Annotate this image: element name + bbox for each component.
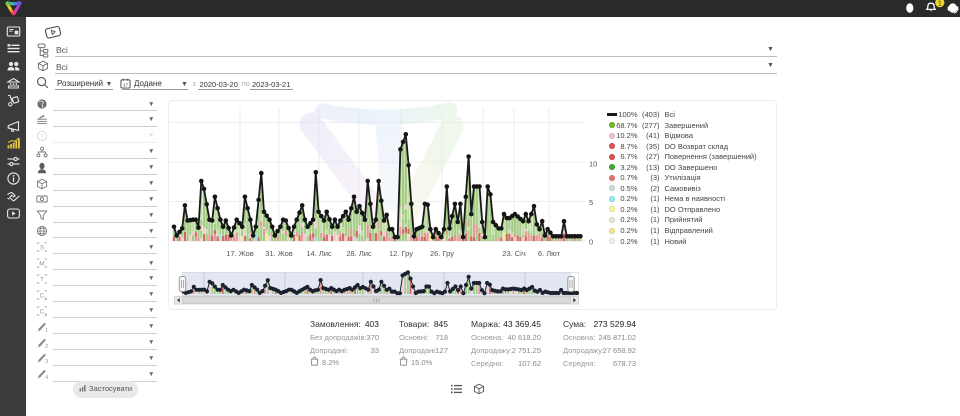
svg-text:M: M [39, 260, 44, 267]
svg-text:12. Гру: 12. Гру [389, 249, 413, 258]
svg-text:26. Гру: 26. Гру [430, 249, 454, 258]
svg-text:17. Жов: 17. Жов [226, 249, 254, 258]
svg-text:4: 4 [45, 375, 48, 380]
svg-text:T: T [40, 276, 44, 283]
svg-text:6. Лют: 6. Лют [538, 249, 561, 258]
svg-text:1: 1 [45, 328, 48, 333]
svg-text:23. Січ: 23. Січ [502, 249, 526, 258]
svg-text:0: 0 [589, 238, 593, 247]
svg-text:10: 10 [589, 160, 597, 169]
svg-text:28. Лис: 28. Лис [346, 249, 372, 258]
svg-text:3: 3 [45, 360, 48, 365]
svg-text:2: 2 [45, 344, 48, 349]
svg-text:31. Жов: 31. Жов [265, 249, 293, 258]
svg-text:S: S [40, 244, 45, 251]
svg-text:?: ? [40, 133, 44, 140]
svg-text:1: 1 [45, 296, 48, 301]
svg-text:14. Лис: 14. Лис [306, 249, 332, 258]
svg-text:2: 2 [45, 312, 48, 317]
svg-text:5: 5 [589, 198, 593, 207]
svg-text:17: 17 [123, 82, 129, 87]
svg-text:1: 1 [938, 1, 942, 8]
